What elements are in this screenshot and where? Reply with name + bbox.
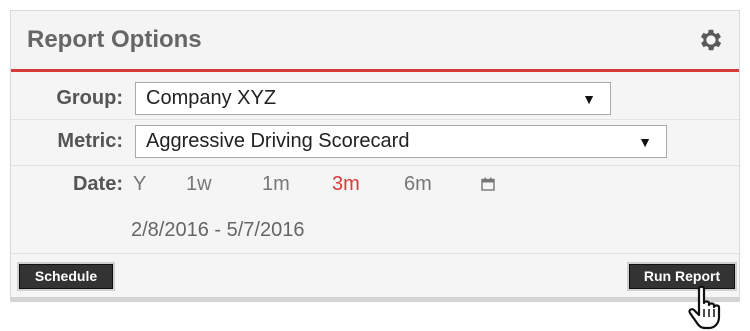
date-row: Date: Y 1w 1m 3m 6m	[11, 173, 739, 203]
chevron-down-icon: ▼	[638, 134, 652, 150]
group-label: Group:	[56, 87, 123, 109]
metric-select[interactable]: Aggressive Driving Scorecard ▼	[135, 125, 667, 158]
date-option-y[interactable]: Y	[133, 173, 146, 196]
group-select[interactable]: Company XYZ ▼	[135, 82, 611, 115]
divider	[11, 165, 739, 166]
date-range-row: 2/8/2016 - 5/7/2016	[11, 219, 739, 249]
calendar-icon[interactable]	[481, 177, 495, 191]
date-label: Date:	[72, 173, 123, 195]
panel-header: Report Options	[11, 11, 739, 72]
report-options-panel: Report Options Group: Company XYZ ▼ Metr…	[10, 10, 740, 302]
metric-row: Metric: Aggressive Driving Scorecard ▼	[11, 121, 739, 161]
gear-icon[interactable]	[697, 26, 725, 54]
divider	[11, 253, 739, 254]
date-option-3m[interactable]: 3m	[332, 173, 360, 196]
date-option-1m[interactable]: 1m	[262, 173, 290, 196]
group-row: Group: Company XYZ ▼	[11, 79, 739, 119]
date-option-1w[interactable]: 1w	[186, 173, 212, 196]
group-select-value: Company XYZ	[146, 87, 277, 109]
panel-title: Report Options	[27, 26, 202, 53]
chevron-down-icon: ▼	[582, 91, 596, 107]
date-range-text: 2/8/2016 - 5/7/2016	[131, 219, 305, 241]
hand-cursor-icon	[688, 285, 721, 330]
divider	[11, 119, 739, 120]
metric-select-value: Aggressive Driving Scorecard	[146, 130, 410, 152]
metric-label: Metric:	[57, 130, 123, 152]
schedule-button[interactable]: Schedule	[19, 264, 113, 289]
date-option-6m[interactable]: 6m	[404, 173, 432, 196]
